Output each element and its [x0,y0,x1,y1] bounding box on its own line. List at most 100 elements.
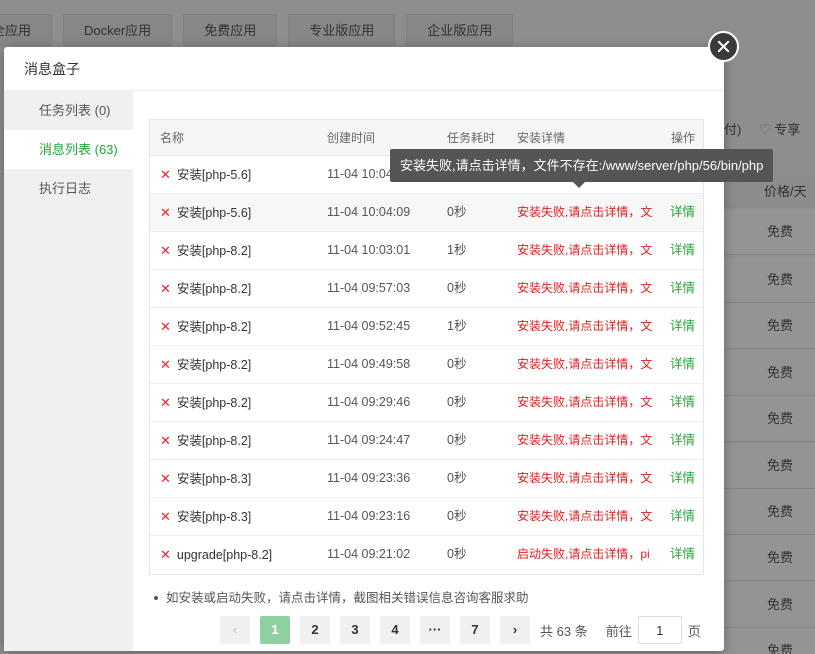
failed-icon: ✕ [160,205,171,220]
row-duration: 0秒 [447,471,467,485]
row-time: 11-04 09:49:58 [327,357,411,371]
failed-icon: ✕ [160,167,171,182]
bullet-icon [154,595,158,600]
row-detail[interactable]: 安装失败,请点击详情，文 [517,422,657,459]
row-detail[interactable]: 启动失败,请点击详情，pi [517,536,657,574]
row-detail[interactable]: 安装失败,请点击详情，文 [517,346,657,383]
table-row: ✕ 安装[php-8.2] 11-04 09:24:47 0秒 安装失败,请点击详情，文… [150,422,703,460]
prev-page-button[interactable]: ‹ [220,616,250,644]
table-row: ✕ 安装[php-8.2] 11-04 09:29:46 0秒 安装失败,请点击详情，文… [150,384,703,422]
close-button[interactable] [708,31,739,62]
row-detail[interactable]: 安装失败,请点击详情，文 [517,270,657,307]
row-name-text: 安装[php-5.6] [176,206,252,220]
row-name: ✕ 安装[php-5.6] [150,194,327,231]
table-row: ✕ 安装[php-8.3] 11-04 09:23:36 0秒 安装失败,请点击详情，文… [150,460,703,498]
detail-link[interactable]: 详情 [657,308,703,345]
row-detail[interactable]: 安装失败,请点击详情，文 [517,460,657,497]
failed-icon: ✕ [160,243,171,258]
row-duration: 1秒 [447,243,467,257]
failed-icon: ✕ [160,395,171,410]
page-unit-label: 页 [687,623,701,639]
row-duration: 0秒 [447,395,467,409]
page-button[interactable]: 1 [260,616,290,644]
message-table: 名称 创建时间 任务耗时 安装详情 操作 ✕ 安装[php-5.6] 11-04 1… [149,119,704,575]
sidebar-item-exec-log[interactable]: 执行日志 [4,169,133,208]
detail-link[interactable]: 详情 [657,384,703,421]
detail-link[interactable]: 详情 [657,460,703,497]
close-icon [717,40,730,53]
sidebar-item-messages[interactable]: 消息列表 (63) [4,130,133,169]
more-pages-ellipsis[interactable]: ··· [420,616,450,644]
row-name: ✕ 安装[php-8.2] [150,308,327,345]
table-row: ✕ 安装[php-8.2] 11-04 09:57:03 0秒 安装失败,请点击详情，文… [150,270,703,308]
goto-page: 前往 页 [606,616,701,644]
page-button[interactable]: 3 [340,616,370,644]
sidebar-item-tasks[interactable]: 任务列表 (0) [4,91,133,130]
table-row: ✕ upgrade[php-8.2] 11-04 09:21:02 0秒 启动失败,请点… [150,536,703,574]
page-button[interactable]: 7 [460,616,490,644]
row-time: 11-04 09:24:47 [327,433,411,447]
row-time: 11-04 09:29:46 [327,395,411,409]
table-row: ✕ 安装[php-8.2] 11-04 10:03:01 1秒 安装失败,请点击详情，文… [150,232,703,270]
row-name-text: 安装[php-8.3] [176,510,252,524]
modal-title: 消息盒子 [4,47,724,91]
row-name-text: 安装[php-8.2] [176,434,252,448]
table-body: ✕ 安装[php-5.6] 11-04 10:04:09 ✕ 安装[php-5.6] 11… [150,156,703,574]
detail-link[interactable]: 详情 [657,346,703,383]
failed-icon: ✕ [160,357,171,372]
next-page-button[interactable]: › [500,616,530,644]
page-button[interactable]: 2 [300,616,330,644]
help-note: 如安装或启动失败，请点击详情，截图相关错误信息咨询客服求助 [149,587,705,606]
row-name: ✕ upgrade[php-8.2] [150,536,327,574]
row-detail[interactable]: 安装失败,请点击详情，文 [517,308,657,345]
row-detail[interactable]: 安装失败,请点击详情，文 [517,498,657,535]
row-detail[interactable]: 安装失败,请点击详情，文 [517,384,657,421]
help-note-text: 如安装或启动失败，请点击详情，截图相关错误信息咨询客服求助 [166,591,529,605]
total-count: 共 63 条 [540,623,588,639]
row-duration: 0秒 [447,205,467,219]
row-name: ✕ 安装[php-8.3] [150,460,327,497]
pagination: ‹ 1 2 3 4 ··· 7 › 共 63 条 前往 页 [220,616,701,644]
detail-link[interactable]: 详情 [657,536,703,574]
failed-icon: ✕ [160,433,171,448]
table-row: ✕ 安装[php-8.2] 11-04 09:49:58 0秒 安装失败,请点击详情，文… [150,346,703,384]
row-name: ✕ 安装[php-8.2] [150,384,327,421]
failed-icon: ✕ [160,547,171,562]
row-time: 11-04 09:21:02 [327,547,411,561]
page-button[interactable]: 4 [380,616,410,644]
row-duration: 0秒 [447,357,467,371]
row-time: 11-04 10:03:01 [327,243,411,257]
row-name-text: 安装[php-5.6] [176,168,252,182]
detail-link[interactable]: 详情 [657,194,703,231]
row-time: 11-04 09:23:36 [327,471,411,485]
row-time: 11-04 09:23:16 [327,509,411,523]
row-time: 11-04 10:04:09 [327,205,411,219]
table-row: ✕ 安装[php-8.2] 11-04 09:52:45 1秒 安装失败,请点击详情，文… [150,308,703,346]
row-name-text: 安装[php-8.2] [176,282,252,296]
detail-link[interactable]: 详情 [657,270,703,307]
col-name: 名称 [160,131,185,145]
goto-label: 前往 [605,623,632,639]
row-name: ✕ 安装[php-8.3] [150,498,327,535]
row-name-text: 安装[php-8.2] [176,358,252,372]
detail-link[interactable]: 详情 [657,422,703,459]
goto-page-input[interactable] [637,616,682,644]
row-duration: 0秒 [447,433,467,447]
row-time: 11-04 09:57:03 [327,281,411,295]
error-tooltip: 安装失败,请点击详情，文件不存在:/www/server/php/56/bin/… [390,149,774,188]
row-detail[interactable]: 安装失败,请点击详情，文 [517,194,657,231]
row-name: ✕ 安装[php-8.2] [150,422,327,459]
row-name-text: 安装[php-8.2] [176,320,252,334]
row-detail[interactable]: 安装失败,请点击详情，文 [517,232,657,269]
detail-link[interactable]: 详情 [657,498,703,535]
failed-icon: ✕ [160,509,171,524]
row-name: ✕ 安装[php-8.2] [150,270,327,307]
row-name-text: 安装[php-8.2] [176,396,252,410]
row-name: ✕ 安装[php-5.6] [150,156,327,193]
row-duration: 1秒 [447,319,467,333]
row-time: 11-04 09:52:45 [327,319,411,333]
failed-icon: ✕ [160,281,171,296]
failed-icon: ✕ [160,471,171,486]
detail-link[interactable]: 详情 [657,232,703,269]
row-duration: 0秒 [447,509,467,523]
